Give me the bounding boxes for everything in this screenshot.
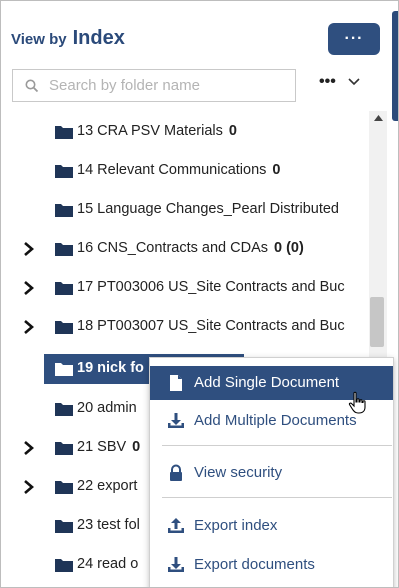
folder-icon [55,165,73,178]
tree-row-label: 20 admin [77,400,137,416]
tree-row-label: 23 test fol [77,517,140,533]
view-mode-title[interactable]: Index [73,27,125,50]
folder-icon [55,282,73,295]
document-count: 0 [272,162,281,178]
lock-icon [170,464,182,481]
panel-header: View by Index [11,27,125,50]
tree-row[interactable]: 18 PT003007 US_Site Contracts and Buc [1,312,373,342]
folder-search-input[interactable]: Search by folder name [12,69,296,102]
document-count: 0 (0) [274,240,304,256]
folder-icon [55,520,73,533]
download-icon [168,557,184,572]
document-count: 0 [132,439,141,455]
menu-item-label: Export documents [194,556,315,573]
hand-pointer-cursor-icon [348,391,366,414]
menu-item-label: Add Multiple Documents [194,412,357,429]
folder-icon [55,363,73,376]
folder-icon [55,321,73,334]
tree-row[interactable]: 17 PT003006 US_Site Contracts and Buc [1,273,373,303]
more-actions-button[interactable]: ··· [328,23,380,55]
menu-view-security[interactable]: View security [150,456,393,490]
folder-icon [55,126,73,139]
tree-row-label: 16 CNS_Contracts and CDAs 0 (0) [77,240,304,256]
chevron-right-icon[interactable] [22,479,36,495]
document-count: 0 [228,123,237,139]
ellipsis-icon[interactable]: ••• [319,73,336,91]
chevron-right-icon[interactable] [22,241,36,257]
panel-edge-accent [392,11,398,121]
folder-icon [55,442,73,455]
tree-row-label: 17 PT003006 US_Site Contracts and Buc [77,279,345,295]
tree-row[interactable]: 13 CRA PSV Materials 0 [1,117,373,147]
tree-row-label: 13 CRA PSV Materials 0 [77,123,237,139]
menu-item-label: View security [194,464,283,481]
folder-icon [55,403,73,416]
tree-row-label: 19 nick fo [77,360,144,376]
search-icon [25,79,39,92]
tree-row-label: 14 Relevant Communications 0 [77,162,281,178]
menu-item-label: Export index [194,517,278,534]
tree-row-label: 24 read o [77,556,139,572]
chevron-right-icon[interactable] [22,319,36,335]
tree-row[interactable]: 14 Relevant Communications 0 [1,156,373,186]
upload-icon [168,518,184,533]
tree-options-menu[interactable]: ••• [319,73,360,91]
tree-row[interactable]: 16 CNS_Contracts and CDAs 0 (0) [1,234,373,264]
menu-item-label: Add Single Document [194,374,340,391]
chevron-right-icon[interactable] [22,440,36,456]
menu-divider [162,445,392,446]
index-panel: View by Index ··· Search by folder name … [0,0,399,588]
menu-export-index[interactable]: Export index [150,509,393,543]
search-placeholder: Search by folder name [49,77,200,94]
tree-row-label: 21 SBV 0 [77,439,141,455]
folder-icon [55,204,73,217]
view-by-label: View by [11,31,67,48]
download-icon [168,413,184,428]
folder-icon [55,243,73,256]
document-icon [170,375,182,391]
tree-row-label: 18 PT003007 US_Site Contracts and Buc [77,318,345,334]
folder-icon [55,481,73,494]
scroll-up-arrow-icon[interactable] [374,115,383,121]
tree-row-label: 22 export [77,478,138,494]
scrollbar-thumb[interactable] [370,297,384,347]
menu-export-documents[interactable]: Export documents [150,548,393,582]
tree-row[interactable]: 15 Language Changes_Pearl Distributed [1,195,373,225]
chevron-right-icon[interactable] [22,280,36,296]
folder-icon [55,559,73,572]
menu-divider [162,497,392,498]
tree-row-label: 15 Language Changes_Pearl Distributed [77,201,339,217]
chevron-down-icon[interactable] [348,78,360,86]
